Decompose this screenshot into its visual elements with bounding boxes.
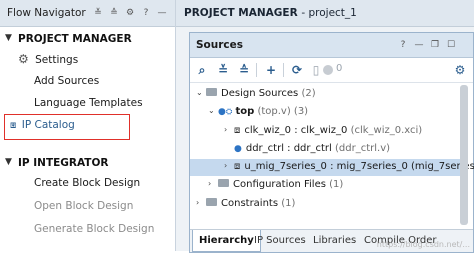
nav-item-label: Settings xyxy=(35,54,79,66)
section-ip-integrator[interactable]: ▼ IP INTEGRATOR xyxy=(0,155,175,173)
page-title: PROJECT MANAGER - project_1 xyxy=(184,7,357,19)
nav-item-create-block-design[interactable]: Create Block Design xyxy=(34,177,140,189)
sources-panel: Sources ? — ❐ ☐ ⌕ ≚ ≙ + ⟳ ▯ 0 ⚙ ⌄ Design… xyxy=(189,32,474,253)
report-icon[interactable]: ▯ xyxy=(308,62,324,78)
add-icon[interactable]: + xyxy=(263,62,279,78)
tree-row-constraints[interactable]: › Constraints (1) xyxy=(190,196,460,213)
tree-row-design-sources[interactable]: ⌄ Design Sources (2) xyxy=(190,86,460,103)
tree-node-name: Design Sources xyxy=(221,88,299,99)
tree-row-ddr-ctrl[interactable]: ● ddr_ctrl : ddr_ctrl (ddr_ctrl.v) xyxy=(190,141,460,158)
nav-item-label: Language Templates xyxy=(34,97,143,109)
watermark: https://blog.csdn.net/... xyxy=(376,240,470,249)
nav-item-label: Add Sources xyxy=(34,75,100,87)
folder-icon xyxy=(206,88,217,96)
vertical-scrollbar[interactable] xyxy=(460,85,468,225)
collapse-all-icon[interactable]: ≚ xyxy=(92,7,104,19)
verilog-module-icon: ● xyxy=(218,107,226,117)
tree-node-detail: (clk_wiz_0.xci) xyxy=(350,125,423,136)
page-title-main: PROJECT MANAGER xyxy=(184,7,298,19)
collapse-all-icon[interactable]: ≚ xyxy=(215,62,231,78)
nav-item-generate-block-design[interactable]: Generate Block Design xyxy=(34,223,154,235)
chevron-right-icon[interactable]: › xyxy=(224,125,227,134)
flow-navigator-title: Flow Navigator xyxy=(7,7,86,19)
chevron-right-icon[interactable]: › xyxy=(196,198,199,207)
minimize-icon[interactable]: — xyxy=(413,39,425,51)
nav-item-ip-catalog[interactable]: ⧆ IP Catalog xyxy=(10,119,75,131)
tree-node-detail: (1) xyxy=(281,198,296,209)
flow-navigator-header: Flow Navigator ≚ ≙ ⚙ ? — xyxy=(0,0,175,27)
restore-icon[interactable]: ❐ xyxy=(429,39,441,51)
nav-item-label: IP Catalog xyxy=(21,119,75,131)
refresh-icon[interactable]: ⟳ xyxy=(289,62,305,78)
chevron-down-icon[interactable]: ▼ xyxy=(5,33,12,43)
nav-item-add-sources[interactable]: Add Sources xyxy=(34,75,99,87)
tree-node-detail: (2) xyxy=(301,88,316,99)
expand-all-icon[interactable]: ≙ xyxy=(236,62,252,78)
verilog-module-icon: ● xyxy=(234,144,242,154)
section-label: IP INTEGRATOR xyxy=(18,157,109,169)
tree-node-detail: (top.v) (3) xyxy=(257,106,309,117)
tree-node-detail: (1) xyxy=(329,179,344,190)
section-project-manager[interactable]: ▼ PROJECT MANAGER xyxy=(0,31,175,49)
chevron-right-icon[interactable]: › xyxy=(208,179,211,188)
chevron-down-icon[interactable]: ⌄ xyxy=(208,106,215,115)
chevron-down-icon[interactable]: ⌄ xyxy=(196,88,203,97)
tree-node-name: Configuration Files xyxy=(233,179,326,190)
minimize-icon[interactable]: — xyxy=(156,7,168,19)
tree-row-top[interactable]: ⌄ ●⛭ top (top.v) (3) xyxy=(190,104,460,121)
tree-node-name: u_mig_7series_0 : mig_7series_0 (mig_7se… xyxy=(244,161,474,172)
sources-toolbar: ⌕ ≚ ≙ + ⟳ ▯ 0 ⚙ xyxy=(190,58,473,83)
section-label: PROJECT MANAGER xyxy=(18,33,132,45)
chevron-right-icon[interactable]: › xyxy=(224,161,227,170)
status-count: 0 xyxy=(336,63,343,74)
nav-item-settings[interactable]: ⚙ Settings xyxy=(18,52,78,66)
ip-core-icon: ⧈ xyxy=(234,125,241,136)
folder-icon xyxy=(218,179,229,187)
help-icon[interactable]: ? xyxy=(140,7,152,19)
hierarchy-icon: ⛭ xyxy=(225,107,233,116)
tree-row-mig-7series[interactable]: › ⧈ u_mig_7series_0 : mig_7series_0 (mig_… xyxy=(190,159,474,176)
project-manager-header: PROJECT MANAGER - project_1 xyxy=(176,0,474,27)
nav-item-open-block-design[interactable]: Open Block Design xyxy=(34,200,133,212)
tree-node-name: Constraints xyxy=(221,198,279,209)
toolbar-divider xyxy=(283,63,284,77)
gear-icon: ⚙ xyxy=(18,52,29,66)
tab-libraries[interactable]: Libraries xyxy=(307,230,362,251)
tree-row-configuration-files[interactable]: › Configuration Files (1) xyxy=(190,177,460,194)
nav-item-label: Create Block Design xyxy=(34,177,141,189)
tree-node-name: ddr_ctrl : ddr_ctrl xyxy=(245,143,332,154)
tree-node-name: clk_wiz_0 : clk_wiz_0 xyxy=(244,125,348,136)
nav-item-label: Open Block Design xyxy=(34,200,134,212)
ip-core-icon: ⧈ xyxy=(234,161,241,172)
settings-icon[interactable]: ⚙ xyxy=(452,62,468,78)
tree-row-clk-wiz[interactable]: › ⧈ clk_wiz_0 : clk_wiz_0 (clk_wiz_0.xci) xyxy=(190,123,460,140)
help-icon[interactable]: ? xyxy=(397,39,409,51)
chevron-down-icon[interactable]: ▼ xyxy=(5,157,12,167)
tree-node-detail: (ddr_ctrl.v) xyxy=(335,143,391,154)
search-icon[interactable]: ⌕ xyxy=(194,62,210,78)
flow-navigator-panel: Flow Navigator ≚ ≙ ⚙ ? — ▼ PROJECT MANAG… xyxy=(0,0,176,251)
maximize-icon[interactable]: ☐ xyxy=(445,39,457,51)
nav-item-label: Generate Block Design xyxy=(34,223,155,235)
status-dot-icon xyxy=(323,65,333,75)
page-title-sub: - project_1 xyxy=(301,7,357,19)
sources-panel-title: Sources xyxy=(196,39,244,51)
toolbar-divider xyxy=(256,63,257,77)
nav-item-language-templates[interactable]: Language Templates xyxy=(34,97,143,109)
settings-icon[interactable]: ⚙ xyxy=(124,7,136,19)
tree-node-name: top xyxy=(235,106,255,117)
ip-catalog-icon: ⧆ xyxy=(10,120,17,131)
tab-ip-sources[interactable]: IP Sources xyxy=(248,230,312,251)
expand-all-icon[interactable]: ≙ xyxy=(108,7,120,19)
sources-panel-header: Sources ? — ❐ ☐ xyxy=(190,33,473,58)
folder-icon xyxy=(206,198,217,206)
